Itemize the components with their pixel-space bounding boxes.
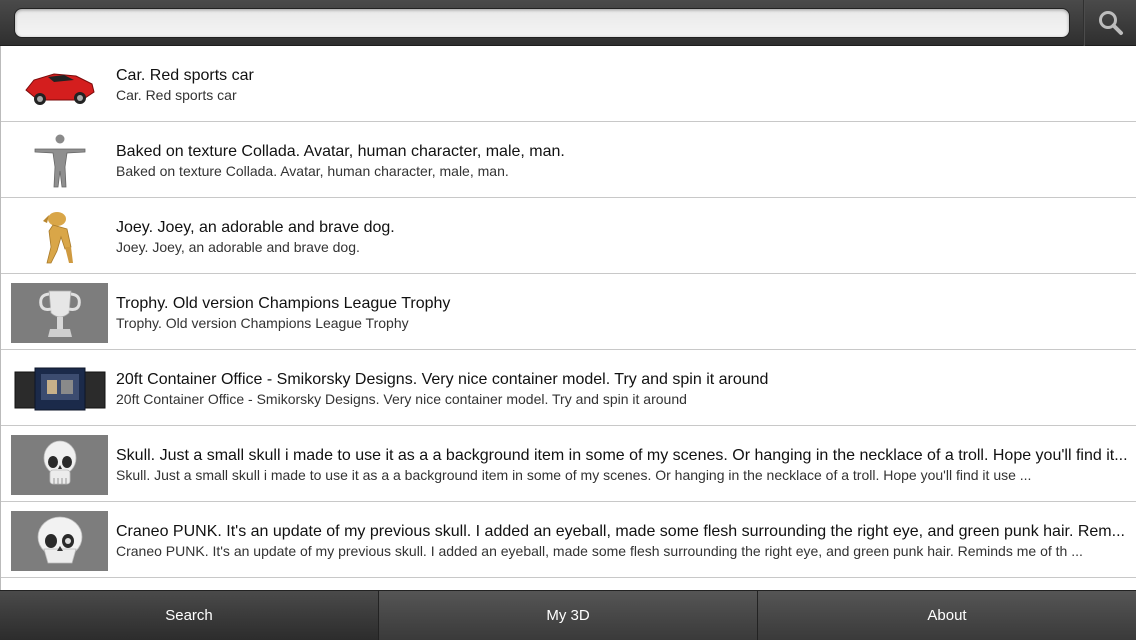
item-subtitle: Trophy. Old version Champions League Tro… [116,315,409,331]
list-item[interactable]: 20ft Container Office - Smikorsky Design… [1,350,1136,426]
list-item[interactable] [1,578,1136,590]
item-title: Joey. Joey, an adorable and brave dog. [116,219,395,236]
search-input[interactable] [14,8,1070,38]
container-office-thumbnail [11,359,108,419]
search-icon [1098,11,1123,35]
tab-my-3d[interactable]: My 3D [379,591,758,640]
item-title: Skull. Just a small skull i made to use … [116,447,1128,464]
item-title: Craneo PUNK. It's an update of my previo… [116,523,1125,540]
punk-skull-thumbnail [11,511,108,571]
bottom-tab-bar: Search My 3D About [0,590,1136,640]
model-list: Car. Red sports car Car. Red sports car … [0,46,1136,590]
red-sports-car-thumbnail [11,55,108,115]
skull-thumbnail [11,435,108,495]
item-subtitle: Craneo PUNK. It's an update of my previo… [116,543,1083,559]
tab-about[interactable]: About [758,591,1136,640]
item-subtitle: Joey. Joey, an adorable and brave dog. [116,239,360,255]
item-title: Baked on texture Collada. Avatar, human … [116,143,565,160]
item-subtitle: Skull. Just a small skull i made to use … [116,467,1032,483]
top-search-bar [0,0,1136,46]
list-item[interactable]: Trophy. Old version Champions League Tro… [1,274,1136,350]
list-item[interactable]: Joey. Joey, an adorable and brave dog. J… [1,198,1136,274]
item-title: 20ft Container Office - Smikorsky Design… [116,371,769,388]
item-subtitle: 20ft Container Office - Smikorsky Design… [116,391,687,407]
trophy-thumbnail [11,283,108,343]
list-item[interactable]: Skull. Just a small skull i made to use … [1,426,1136,502]
list-item[interactable]: Car. Red sports car Car. Red sports car [1,46,1136,122]
item-title: Trophy. Old version Champions League Tro… [116,295,451,312]
list-item[interactable]: Baked on texture Collada. Avatar, human … [1,122,1136,198]
dog-thumbnail [11,207,108,267]
item-subtitle: Baked on texture Collada. Avatar, human … [116,163,509,179]
search-button[interactable] [1085,0,1136,46]
item-title: Car. Red sports car [116,67,254,84]
list-item[interactable]: Craneo PUNK. It's an update of my previo… [1,502,1136,578]
tab-search[interactable]: Search [0,591,379,640]
item-subtitle: Car. Red sports car [116,87,237,103]
human-avatar-thumbnail [11,131,108,191]
